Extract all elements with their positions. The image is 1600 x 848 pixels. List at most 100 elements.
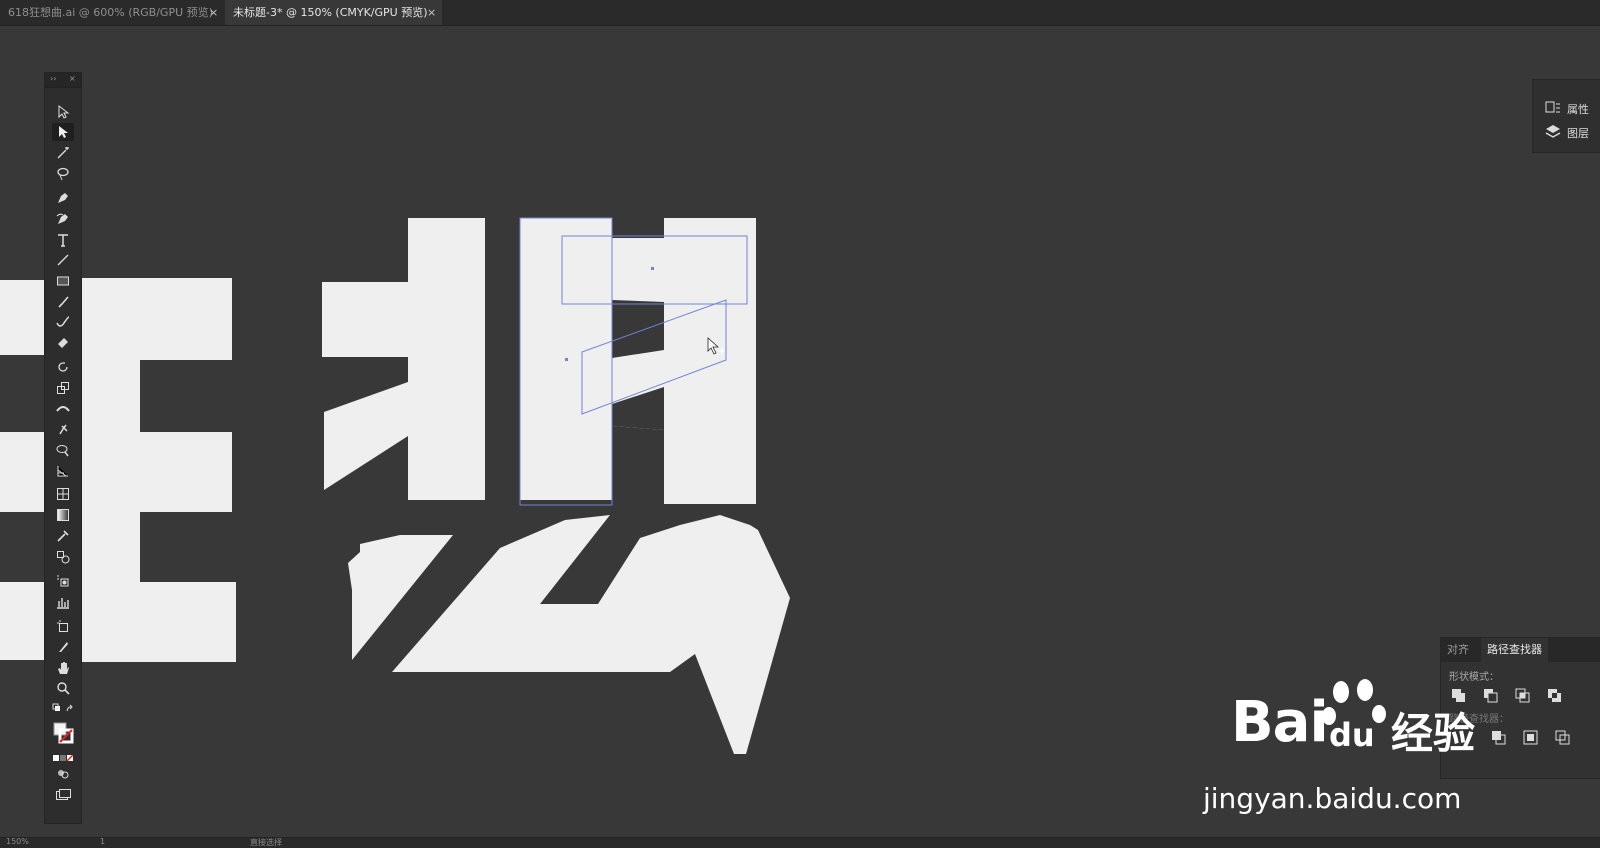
shaper-icon [56,316,70,327]
rotate-tool[interactable] [52,358,74,376]
mesh-icon [57,488,69,500]
zoom-level[interactable]: 150% [6,837,29,846]
line-segment-tool[interactable] [52,251,74,269]
symbol-sprayer-icon [57,575,69,587]
artboard-tool[interactable] [52,617,74,635]
symbol-sprayer-tool[interactable] [52,572,74,590]
layers-panel-button[interactable]: 图层 [1533,122,1600,144]
watermark-brand: Bai [1231,690,1329,755]
close-icon[interactable]: × [69,74,76,83]
tools-panel-header[interactable]: ›› × [45,73,81,88]
selection-tool[interactable] [52,103,74,121]
perspective-grid-icon [57,466,68,477]
screen-mode-button[interactable] [52,786,74,804]
slice-knife-icon [59,642,68,652]
exclude-icon[interactable] [1547,688,1563,704]
document-tab-618[interactable]: 618狂想曲.ai @ 600% (RGB/GPU 预览) × [0,0,225,25]
layers-icon [1545,124,1561,143]
trim-icon[interactable] [1523,730,1539,746]
shaper-tool[interactable] [52,313,74,331]
properties-label: 属性 [1567,103,1589,116]
magic-wand-icon [57,147,69,159]
lasso-tool[interactable] [52,165,74,183]
scale-tool[interactable] [52,379,74,397]
drawing-mode-button[interactable] [52,765,74,783]
document-tab-untitled[interactable]: 未标题-3* @ 150% (CMYK/GPU 预览) × [225,0,442,25]
eyedropper-tool[interactable] [52,527,74,545]
width-icon [56,406,70,412]
status-bar: 150% 1 直接选择 [0,837,1600,848]
tab-label: 未标题-3* @ 150% (CMYK/GPU 预览) [233,6,428,19]
gradient-tool[interactable] [52,506,74,524]
type-tool[interactable] [52,231,74,249]
column-graph-icon [57,598,69,609]
rectangle-icon [57,276,69,286]
lasso-icon [57,167,69,181]
watermark-brand-suffix: du [1329,716,1375,754]
gradient-icon [57,509,69,521]
eyedropper-icon [57,530,69,542]
blend-tool[interactable] [52,548,74,566]
paintbrush-icon [58,296,69,308]
zoom-magnifier-icon [57,682,70,695]
tab-align[interactable]: 对齐 [1441,638,1475,662]
artboard-number[interactable]: 1 [100,837,105,846]
rotate-icon [58,362,68,372]
puppet-warp-tool[interactable] [52,420,74,438]
line-segment-icon [57,254,69,266]
glyph-left-shape [0,278,236,662]
blend-icon [57,551,70,564]
hand-icon [58,662,69,674]
column-graph-tool[interactable] [52,593,74,611]
screen-mode-icon [56,789,71,800]
direct-selection-tool[interactable] [52,123,74,141]
magic-wand-tool[interactable] [52,144,74,162]
document-canvas[interactable]: ›› × 属性 图层 对齐 路径查找器 形状模式： 路径查找器： Bai du … [0,26,1600,837]
rectangle-tool[interactable] [52,272,74,290]
properties-panel-button[interactable]: 属性 [1533,98,1600,120]
width-tool[interactable] [52,399,74,417]
direct-selection-arrow-icon [59,126,68,138]
fill-stroke-icon [53,722,74,744]
tab-close-icon[interactable]: × [209,0,218,25]
tools-panel[interactable]: ›› × [44,72,82,824]
pathfinder-tab-bar: 对齐 路径查找器 [1441,638,1600,662]
slice-tool[interactable] [52,638,74,656]
watermark-url: jingyan.baidu.com [1203,782,1462,815]
default-fill-stroke-button[interactable] [52,701,74,719]
curvature-pen-icon [56,213,68,224]
collapse-icon[interactable]: ›› [50,74,56,83]
current-tool-name: 直接选择 [250,838,282,847]
shape-builder-icon [56,445,69,457]
zoom-tool[interactable] [52,679,74,697]
document-tab-bar: 618狂想曲.ai @ 600% (RGB/GPU 预览) × 未标题-3* @… [0,0,1600,26]
curvature-tool[interactable] [52,210,74,228]
center-point [565,358,568,361]
mesh-tool[interactable] [52,485,74,503]
shape-builder-tool[interactable] [52,441,74,459]
tab-label: 618狂想曲.ai @ 600% (RGB/GPU 预览) [8,6,213,19]
watermark-product: 经验 [1391,709,1476,758]
perspective-grid-tool[interactable] [52,462,74,480]
selection-arrow-icon [58,105,70,119]
paintbrush-tool[interactable] [52,293,74,311]
collapsed-panels-dock[interactable]: 属性 图层 [1532,79,1600,153]
glyph-xiang-right [612,218,756,504]
default-colors-swap-icon [52,703,73,712]
hand-tool[interactable] [52,659,74,677]
artboard-icon [57,620,68,632]
baidu-jingyan-watermark: Bai du 经验 jingyan.baidu.com [1203,678,1525,818]
eraser-tool[interactable] [52,333,74,351]
scale-icon [57,382,69,394]
eraser-icon [58,338,68,348]
merge-icon[interactable] [1555,730,1571,746]
glyph-xiang-left [322,218,485,500]
glyph-xiang-bottom-main [392,515,790,754]
pen-icon [58,193,68,203]
pen-tool[interactable] [52,189,74,207]
draw-normal-icon [58,770,69,779]
type-icon [58,234,68,247]
tab-close-icon[interactable]: × [427,0,436,25]
fill-stroke-swatches[interactable] [52,721,74,745]
tab-pathfinder[interactable]: 路径查找器 [1481,638,1548,662]
